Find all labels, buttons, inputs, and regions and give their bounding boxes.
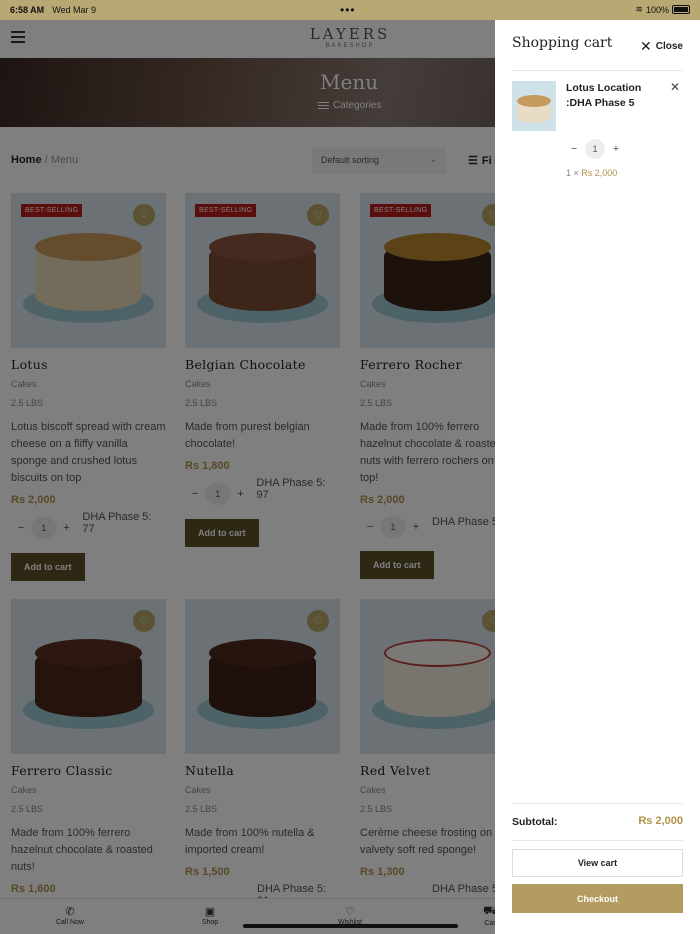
cart-overlay[interactable] — [0, 20, 495, 934]
battery-icon — [672, 5, 690, 14]
subtotal-label: Subtotal: — [512, 816, 558, 828]
cart-quantity-stepper: − 1 + — [566, 139, 624, 159]
status-time: 6:58 AM — [10, 5, 45, 15]
cart-item-line-total: 1 × Rs 2,000 — [566, 168, 617, 178]
cart-item-image[interactable] — [512, 81, 556, 131]
status-bar: 6:58 AM Wed Mar 9 ••• ≋ 100% — [0, 0, 700, 20]
close-icon: ✕ — [640, 38, 652, 54]
remove-item-icon[interactable]: ✕ — [670, 80, 680, 94]
shopping-cart-panel: Shopping cart ✕ Close Lotus Location :DH… — [495, 20, 700, 934]
battery-percent: 100% — [645, 4, 669, 15]
status-date: Wed Mar 9 — [52, 5, 97, 15]
minus-icon[interactable]: − — [566, 143, 582, 155]
close-button[interactable]: ✕ Close — [640, 38, 683, 55]
subtotal-value: Rs 2,000 — [638, 815, 683, 827]
status-right: ≋ 100% — [635, 4, 690, 15]
checkout-button[interactable]: Checkout — [512, 884, 683, 913]
plus-icon[interactable]: + — [608, 143, 624, 155]
divider — [512, 803, 683, 804]
cart-title: Shopping cart — [512, 35, 613, 51]
cart-line-price: Rs 2,000 — [581, 168, 618, 178]
cart-quantity-input[interactable]: 1 — [585, 139, 605, 159]
divider — [512, 840, 683, 841]
cart-item-name[interactable]: Lotus Location :DHA Phase 5 — [566, 81, 661, 111]
home-indicator[interactable] — [243, 924, 458, 928]
view-cart-button[interactable]: View cart — [512, 849, 683, 877]
divider — [512, 70, 683, 71]
cart-line-qty: 1 × — [566, 168, 579, 178]
wifi-icon: ≋ — [635, 4, 643, 14]
multitask-dots-icon: ••• — [340, 3, 356, 17]
close-label: Close — [655, 41, 683, 52]
